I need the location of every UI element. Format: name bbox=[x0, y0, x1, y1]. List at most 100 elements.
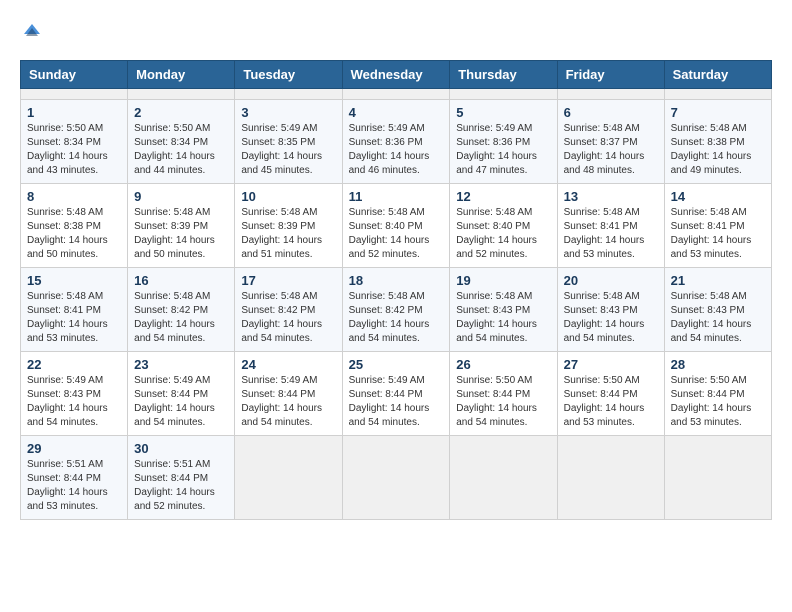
cell-content: Sunrise: 5:48 AM Sunset: 8:38 PM Dayligh… bbox=[27, 206, 121, 262]
column-header-wednesday: Wednesday bbox=[342, 61, 450, 89]
day-number: 16 bbox=[134, 273, 228, 288]
calendar-cell: 26 Sunrise: 5:50 AM Sunset: 8:44 PM Dayli… bbox=[450, 352, 557, 436]
cell-content: Sunrise: 5:48 AM Sunset: 8:41 PM Dayligh… bbox=[671, 206, 765, 262]
calendar-cell: 5 Sunrise: 5:49 AM Sunset: 8:36 PM Daylig… bbox=[450, 100, 557, 184]
day-number: 19 bbox=[456, 273, 550, 288]
calendar-table: SundayMondayTuesdayWednesdayThursdayFrid… bbox=[20, 60, 772, 520]
cell-content: Sunrise: 5:48 AM Sunset: 8:39 PM Dayligh… bbox=[241, 206, 335, 262]
calendar-week-row: 22 Sunrise: 5:49 AM Sunset: 8:43 PM Dayli… bbox=[21, 352, 772, 436]
cell-content: Sunrise: 5:48 AM Sunset: 8:37 PM Dayligh… bbox=[564, 122, 658, 178]
calendar-cell: 6Sunrise: 5:48 AM Sunset: 8:37 PM Daylig… bbox=[557, 100, 664, 184]
cell-content: Sunrise: 5:48 AM Sunset: 8:41 PM Dayligh… bbox=[564, 206, 658, 262]
cell-content: Sunrise: 5:50 AM Sunset: 8:34 PM Dayligh… bbox=[134, 122, 228, 178]
day-number: 9 bbox=[134, 189, 228, 204]
day-number: 1 bbox=[27, 105, 121, 120]
day-number: 5 bbox=[456, 105, 550, 120]
calendar-cell bbox=[450, 436, 557, 520]
calendar-cell: 16 Sunrise: 5:48 AM Sunset: 8:42 PM Dayli… bbox=[128, 268, 235, 352]
cell-content: Sunrise: 5:48 AM Sunset: 8:42 PM Dayligh… bbox=[349, 290, 444, 346]
calendar-cell: 7 Sunrise: 5:48 AM Sunset: 8:38 PM Daylig… bbox=[664, 100, 771, 184]
cell-content: Sunrise: 5:48 AM Sunset: 8:42 PM Dayligh… bbox=[134, 290, 228, 346]
day-number: 15 bbox=[27, 273, 121, 288]
day-number: 30 bbox=[134, 441, 228, 456]
cell-content: Sunrise: 5:48 AM Sunset: 8:43 PM Dayligh… bbox=[456, 290, 550, 346]
cell-content: Sunrise: 5:48 AM Sunset: 8:39 PM Dayligh… bbox=[134, 206, 228, 262]
cell-content: Sunrise: 5:48 AM Sunset: 8:40 PM Dayligh… bbox=[456, 206, 550, 262]
cell-content: Sunrise: 5:50 AM Sunset: 8:34 PM Dayligh… bbox=[27, 122, 121, 178]
cell-content: Sunrise: 5:49 AM Sunset: 8:44 PM Dayligh… bbox=[241, 374, 335, 430]
column-header-sunday: Sunday bbox=[21, 61, 128, 89]
calendar-cell: 1 Sunrise: 5:50 AM Sunset: 8:34 PM Daylig… bbox=[21, 100, 128, 184]
day-number: 21 bbox=[671, 273, 765, 288]
day-number: 3 bbox=[241, 105, 335, 120]
cell-content: Sunrise: 5:49 AM Sunset: 8:35 PM Dayligh… bbox=[241, 122, 335, 178]
calendar-week-row: 1 Sunrise: 5:50 AM Sunset: 8:34 PM Daylig… bbox=[21, 100, 772, 184]
day-number: 26 bbox=[456, 357, 550, 372]
column-header-thursday: Thursday bbox=[450, 61, 557, 89]
day-number: 22 bbox=[27, 357, 121, 372]
calendar-week-row: 29 Sunrise: 5:51 AM Sunset: 8:44 PM Dayli… bbox=[21, 436, 772, 520]
calendar-cell: 12 Sunrise: 5:48 AM Sunset: 8:40 PM Dayli… bbox=[450, 184, 557, 268]
day-number: 4 bbox=[349, 105, 444, 120]
cell-content: Sunrise: 5:49 AM Sunset: 8:43 PM Dayligh… bbox=[27, 374, 121, 430]
column-header-tuesday: Tuesday bbox=[235, 61, 342, 89]
calendar-cell: 14 Sunrise: 5:48 AM Sunset: 8:41 PM Dayli… bbox=[664, 184, 771, 268]
cell-content: Sunrise: 5:51 AM Sunset: 8:44 PM Dayligh… bbox=[134, 458, 228, 514]
calendar-cell: 3 Sunrise: 5:49 AM Sunset: 8:35 PM Daylig… bbox=[235, 100, 342, 184]
logo bbox=[20, 20, 48, 44]
calendar-cell bbox=[128, 89, 235, 100]
cell-content: Sunrise: 5:50 AM Sunset: 8:44 PM Dayligh… bbox=[564, 374, 658, 430]
day-number: 20 bbox=[564, 273, 658, 288]
calendar-cell: 23 Sunrise: 5:49 AM Sunset: 8:44 PM Dayli… bbox=[128, 352, 235, 436]
page-header bbox=[20, 20, 772, 44]
day-number: 23 bbox=[134, 357, 228, 372]
calendar-cell: 17 Sunrise: 5:48 AM Sunset: 8:42 PM Dayli… bbox=[235, 268, 342, 352]
calendar-cell: 10 Sunrise: 5:48 AM Sunset: 8:39 PM Dayli… bbox=[235, 184, 342, 268]
calendar-cell bbox=[557, 89, 664, 100]
day-number: 24 bbox=[241, 357, 335, 372]
logo-icon bbox=[20, 20, 44, 44]
calendar-cell bbox=[557, 436, 664, 520]
day-number: 10 bbox=[241, 189, 335, 204]
cell-content: Sunrise: 5:49 AM Sunset: 8:44 PM Dayligh… bbox=[134, 374, 228, 430]
cell-content: Sunrise: 5:50 AM Sunset: 8:44 PM Dayligh… bbox=[671, 374, 765, 430]
calendar-cell bbox=[342, 436, 450, 520]
calendar-week-row bbox=[21, 89, 772, 100]
calendar-cell: 2 Sunrise: 5:50 AM Sunset: 8:34 PM Daylig… bbox=[128, 100, 235, 184]
calendar-cell: 27 Sunrise: 5:50 AM Sunset: 8:44 PM Dayli… bbox=[557, 352, 664, 436]
day-number: 17 bbox=[241, 273, 335, 288]
cell-content: Sunrise: 5:50 AM Sunset: 8:44 PM Dayligh… bbox=[456, 374, 550, 430]
calendar-cell: 24 Sunrise: 5:49 AM Sunset: 8:44 PM Dayli… bbox=[235, 352, 342, 436]
day-number: 7 bbox=[671, 105, 765, 120]
day-number: 29 bbox=[27, 441, 121, 456]
calendar-cell: 18 Sunrise: 5:48 AM Sunset: 8:42 PM Dayli… bbox=[342, 268, 450, 352]
day-number: 14 bbox=[671, 189, 765, 204]
calendar-week-row: 15 Sunrise: 5:48 AM Sunset: 8:41 PM Dayli… bbox=[21, 268, 772, 352]
cell-content: Sunrise: 5:48 AM Sunset: 8:38 PM Dayligh… bbox=[671, 122, 765, 178]
day-number: 12 bbox=[456, 189, 550, 204]
calendar-cell: 4 Sunrise: 5:49 AM Sunset: 8:36 PM Daylig… bbox=[342, 100, 450, 184]
column-header-monday: Monday bbox=[128, 61, 235, 89]
column-header-friday: Friday bbox=[557, 61, 664, 89]
cell-content: Sunrise: 5:48 AM Sunset: 8:42 PM Dayligh… bbox=[241, 290, 335, 346]
calendar-cell: 21 Sunrise: 5:48 AM Sunset: 8:43 PM Dayli… bbox=[664, 268, 771, 352]
day-number: 2 bbox=[134, 105, 228, 120]
cell-content: Sunrise: 5:49 AM Sunset: 8:36 PM Dayligh… bbox=[349, 122, 444, 178]
calendar-cell bbox=[664, 89, 771, 100]
day-number: 18 bbox=[349, 273, 444, 288]
calendar-cell: 19 Sunrise: 5:48 AM Sunset: 8:43 PM Dayli… bbox=[450, 268, 557, 352]
calendar-cell: 15 Sunrise: 5:48 AM Sunset: 8:41 PM Dayli… bbox=[21, 268, 128, 352]
cell-content: Sunrise: 5:48 AM Sunset: 8:43 PM Dayligh… bbox=[671, 290, 765, 346]
calendar-header-row: SundayMondayTuesdayWednesdayThursdayFrid… bbox=[21, 61, 772, 89]
day-number: 11 bbox=[349, 189, 444, 204]
calendar-cell: 28Sunrise: 5:50 AM Sunset: 8:44 PM Dayli… bbox=[664, 352, 771, 436]
cell-content: Sunrise: 5:49 AM Sunset: 8:36 PM Dayligh… bbox=[456, 122, 550, 178]
calendar-cell: 9 Sunrise: 5:48 AM Sunset: 8:39 PM Daylig… bbox=[128, 184, 235, 268]
calendar-cell: 22 Sunrise: 5:49 AM Sunset: 8:43 PM Dayli… bbox=[21, 352, 128, 436]
day-number: 27 bbox=[564, 357, 658, 372]
day-number: 13 bbox=[564, 189, 658, 204]
calendar-cell bbox=[235, 436, 342, 520]
cell-content: Sunrise: 5:48 AM Sunset: 8:43 PM Dayligh… bbox=[564, 290, 658, 346]
cell-content: Sunrise: 5:48 AM Sunset: 8:41 PM Dayligh… bbox=[27, 290, 121, 346]
calendar-cell: 29Sunrise: 5:51 AM Sunset: 8:44 PM Dayli… bbox=[21, 436, 128, 520]
